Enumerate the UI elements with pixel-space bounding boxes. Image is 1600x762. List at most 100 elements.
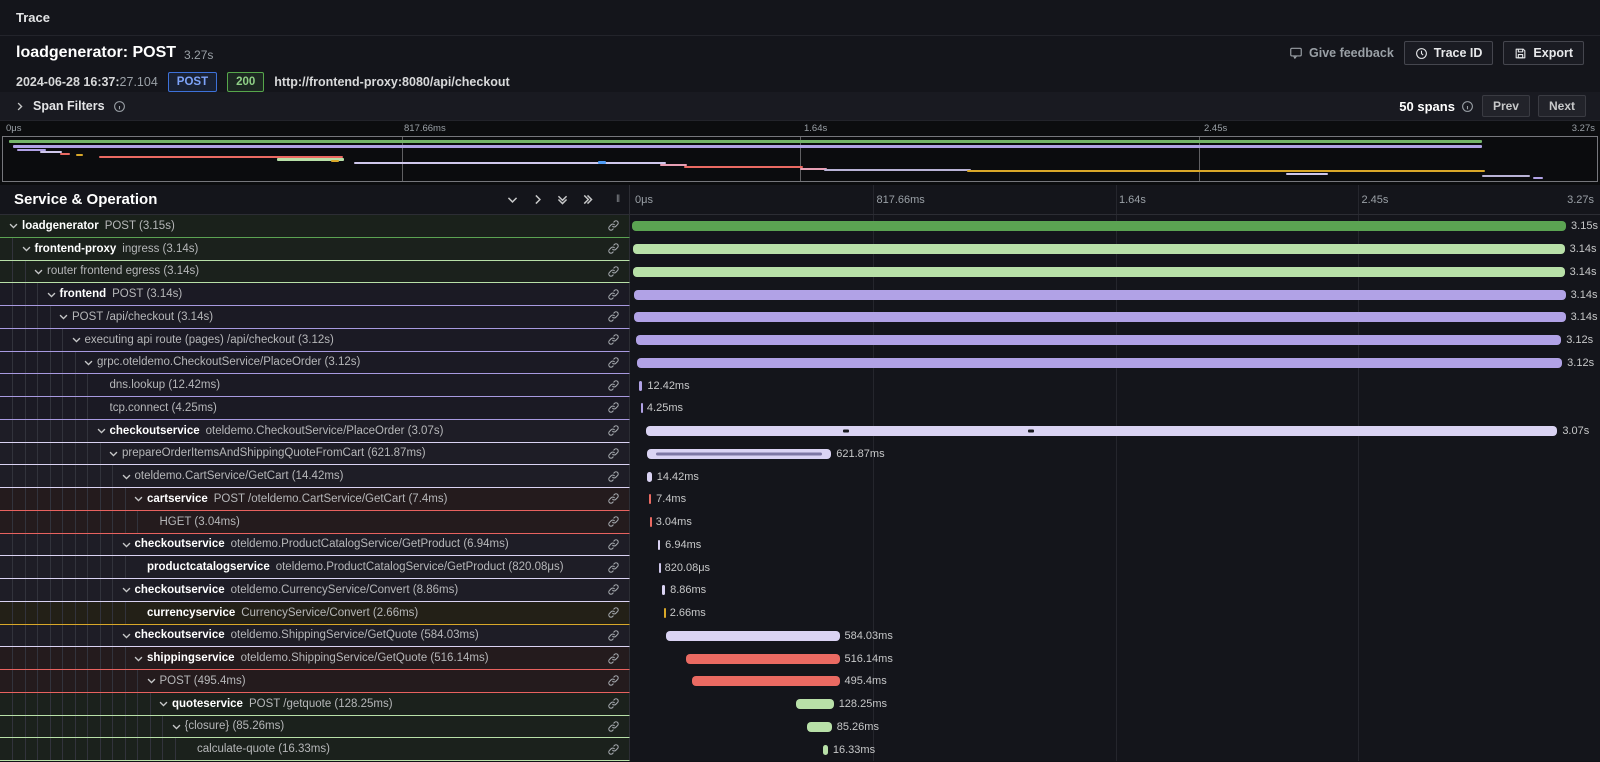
link-icon[interactable] [598,647,629,669]
collapse-children-icon[interactable] [531,193,544,206]
duration-bar[interactable] [634,290,1565,300]
span-row-left[interactable]: frontend-proxyingress (3.14s) [0,238,630,261]
span-row[interactable]: tcp.connect (4.25ms)4.25ms [0,397,1600,420]
expander-chevron-icon[interactable] [21,243,35,254]
span-row[interactable]: HGET (3.04ms)3.04ms [0,511,1600,534]
span-row-left[interactable]: quoteservicePOST /getquote (128.25ms) [0,693,630,716]
expander-chevron-icon[interactable] [121,471,135,482]
span-timeline-cell[interactable]: 85.26ms [630,716,1600,739]
span-row[interactable]: POST (495.4ms)495.4ms [0,670,1600,693]
expander-chevron-icon[interactable] [133,493,147,504]
span-row[interactable]: currencyserviceCurrencyService/Convert (… [0,602,1600,625]
duration-bar[interactable] [659,563,661,573]
span-timeline-cell[interactable]: 3.14s [630,261,1600,284]
span-row-left[interactable]: checkoutserviceoteldemo.CheckoutService/… [0,420,630,443]
link-icon[interactable] [598,283,629,305]
duration-bar[interactable] [666,631,840,641]
span-row-left[interactable]: checkoutserviceoteldemo.CurrencyService/… [0,579,630,602]
duration-bar[interactable] [664,608,666,618]
expander-chevron-icon[interactable] [58,311,72,322]
expander-chevron-icon[interactable] [108,448,122,459]
span-row[interactable]: calculate-quote (16.33ms)16.33ms [0,738,1600,761]
duration-bar[interactable] [647,449,831,459]
minimap-viewport[interactable] [2,136,1598,182]
duration-bar[interactable] [796,699,834,709]
span-timeline-cell[interactable]: 495.4ms [630,670,1600,693]
span-row-left[interactable]: router frontend egress (3.14s) [0,261,630,284]
expander-chevron-icon[interactable] [96,425,110,436]
duration-bar[interactable] [686,654,839,664]
duration-bar[interactable] [658,540,660,550]
span-timeline-cell[interactable]: 3.15s [630,215,1600,238]
duration-bar[interactable] [633,244,1564,254]
span-row-left[interactable]: tcp.connect (4.25ms) [0,397,630,420]
span-row[interactable]: shippingserviceoteldemo.ShippingService/… [0,647,1600,670]
span-row[interactable]: dns.lookup (12.42ms)12.42ms [0,374,1600,397]
link-icon[interactable] [598,352,629,374]
link-icon[interactable] [598,556,629,578]
link-icon[interactable] [598,215,629,237]
link-icon[interactable] [598,488,629,510]
duration-bar[interactable] [636,335,1561,345]
expander-chevron-icon[interactable] [33,266,47,277]
span-timeline-cell[interactable]: 8.86ms [630,579,1600,602]
span-timeline-cell[interactable]: 4.25ms [630,397,1600,420]
span-timeline-cell[interactable]: 6.94ms [630,534,1600,557]
span-row-left[interactable]: POST (495.4ms) [0,670,630,693]
duration-bar[interactable] [807,722,832,732]
expander-chevron-icon[interactable] [46,289,60,300]
link-icon[interactable] [598,329,629,351]
span-row[interactable]: prepareOrderItemsAndShippingQuoteFromCar… [0,443,1600,466]
span-row-left[interactable]: executing api route (pages) /api/checkou… [0,329,630,352]
link-icon[interactable] [598,670,629,692]
give-feedback-button[interactable]: Give feedback [1289,46,1394,60]
duration-bar[interactable] [647,472,651,482]
span-timeline-cell[interactable]: 3.14s [630,283,1600,306]
span-timeline-cell[interactable]: 516.14ms [630,647,1600,670]
duration-bar[interactable] [634,312,1565,322]
duration-bar[interactable] [650,517,652,527]
expander-chevron-icon[interactable] [171,721,185,732]
span-timeline-cell[interactable]: 16.33ms [630,738,1600,761]
duration-bar[interactable] [692,676,839,686]
span-row-left[interactable]: POST /api/checkout (3.14s) [0,306,630,329]
next-span-button[interactable]: Next [1538,95,1586,117]
span-filters-label[interactable]: Span Filters [33,99,105,113]
span-row-left[interactable]: currencyserviceCurrencyService/Convert (… [0,602,630,625]
span-row[interactable]: grpc.oteldemo.CheckoutService/PlaceOrder… [0,352,1600,375]
span-timeline-cell[interactable]: 14.42ms [630,465,1600,488]
duration-bar[interactable] [646,426,1557,436]
chevron-right-icon[interactable] [14,101,25,112]
span-row-left[interactable]: cartservicePOST /oteldemo.CartService/Ge… [0,488,630,511]
span-row-left[interactable]: frontendPOST (3.14s) [0,283,630,306]
duration-bar[interactable] [633,267,1564,277]
span-row[interactable]: frontendPOST (3.14s)3.14s [0,283,1600,306]
expander-chevron-icon[interactable] [71,334,85,345]
span-timeline-cell[interactable]: 128.25ms [630,693,1600,716]
span-timeline-cell[interactable]: 3.14s [630,306,1600,329]
span-row[interactable]: {closure} (85.26ms)85.26ms [0,716,1600,739]
link-icon[interactable] [598,625,629,647]
span-timeline-cell[interactable]: 621.87ms [630,443,1600,466]
span-row-left[interactable]: checkoutserviceoteldemo.ProductCatalogSe… [0,534,630,557]
span-row[interactable]: checkoutserviceoteldemo.CurrencyService/… [0,579,1600,602]
link-icon[interactable] [598,397,629,419]
span-row-left[interactable]: {closure} (85.26ms) [0,716,630,739]
span-row[interactable]: router frontend egress (3.14s)3.14s [0,261,1600,284]
span-row[interactable]: productcatalogserviceoteldemo.ProductCat… [0,556,1600,579]
link-icon[interactable] [598,465,629,487]
span-row[interactable]: POST /api/checkout (3.14s)3.14s [0,306,1600,329]
span-row-left[interactable]: calculate-quote (16.33ms) [0,738,630,761]
span-row-left[interactable]: HGET (3.04ms) [0,511,630,534]
span-row[interactable]: checkoutserviceoteldemo.ProductCatalogSe… [0,534,1600,557]
expander-chevron-icon[interactable] [8,220,22,231]
link-icon[interactable] [598,738,629,760]
span-row[interactable]: checkoutserviceoteldemo.ShippingService/… [0,625,1600,648]
expander-chevron-icon[interactable] [121,630,135,641]
span-row[interactable]: oteldemo.CartService/GetCart (14.42ms)14… [0,465,1600,488]
span-timeline-cell[interactable]: 2.66ms [630,602,1600,625]
duration-bar[interactable] [641,403,643,413]
span-row-left[interactable]: oteldemo.CartService/GetCart (14.42ms) [0,465,630,488]
link-icon[interactable] [598,420,629,442]
span-timeline-cell[interactable]: 3.12s [630,329,1600,352]
